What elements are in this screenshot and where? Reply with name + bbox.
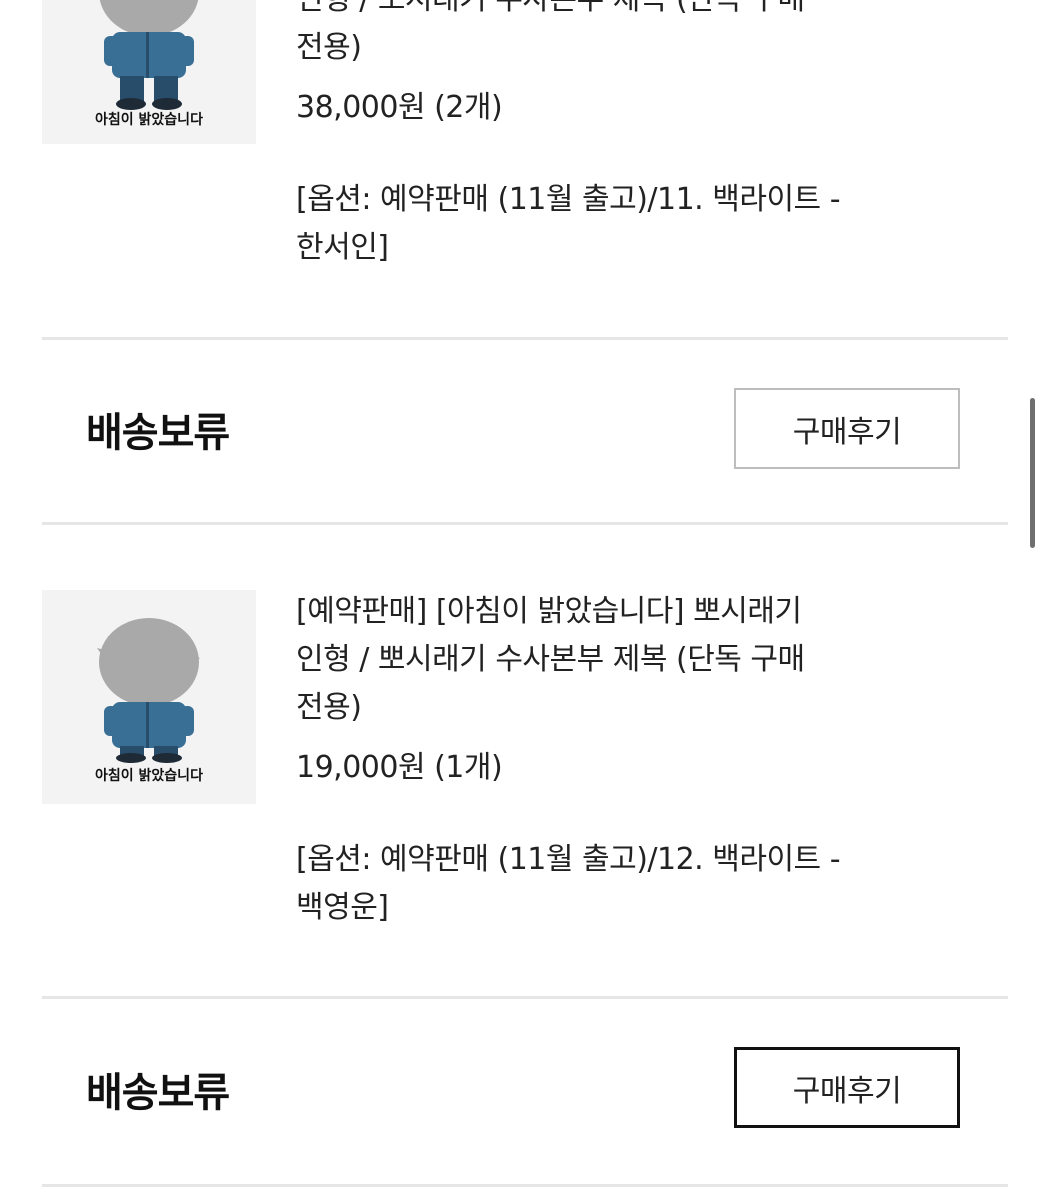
title-line: 인형 / 뽀시래기 수사본부 제복 (단독 구매 xyxy=(296,642,805,677)
product-title[interactable]: 인형 / 뽀시래기 수사본부 제복 (단독 구매 전용) xyxy=(296,0,906,72)
title-line: 인형 / 뽀시래기 수사본부 제복 (단독 구매 xyxy=(296,0,805,17)
product-price: 38,000원 (2개) xyxy=(296,90,503,125)
doll-image: 아침이 밝았습니다 xyxy=(42,590,256,804)
review-button[interactable]: 구매후기 xyxy=(734,388,960,469)
order-status: 배송보류 xyxy=(86,1070,230,1116)
product-thumbnail[interactable]: 아침이 밝았습니다 xyxy=(42,0,256,144)
divider xyxy=(42,337,1008,340)
divider xyxy=(42,996,1008,999)
thumb-caption: 아침이 밝았습니다 xyxy=(95,111,203,128)
product-price: 19,000원 (1개) xyxy=(296,750,503,785)
divider xyxy=(42,1184,1008,1187)
order-history-page: 아침이 밝았습니다 인형 / 뽀시래기 수사본부 제복 (단독 구매 전용) 3… xyxy=(0,0,1037,1200)
title-line: 전용) xyxy=(296,30,362,65)
doll-image: 아침이 밝았습니다 xyxy=(42,0,256,144)
review-button[interactable]: 구매후기 xyxy=(734,1047,960,1128)
title-line: 전용) xyxy=(296,690,362,725)
thumb-caption: 아침이 밝았습니다 xyxy=(95,767,203,784)
product-option: [옵션: 예약판매 (11월 출고)/11. 백라이트 - 한서인] xyxy=(296,182,841,265)
order-status: 배송보류 xyxy=(86,410,230,456)
scrollbar[interactable] xyxy=(1030,398,1035,548)
product-title[interactable]: [예약판매] [아침이 밝았습니다] 뽀시래기 인형 / 뽀시래기 수사본부 제… xyxy=(296,588,906,732)
divider xyxy=(42,522,1008,525)
product-option: [옵션: 예약판매 (11월 출고)/12. 백라이트 - 백영운] xyxy=(296,842,841,925)
product-thumbnail[interactable]: 아침이 밝았습니다 xyxy=(42,590,256,804)
title-line: [예약판매] [아침이 밝았습니다] 뽀시래기 xyxy=(296,594,802,629)
